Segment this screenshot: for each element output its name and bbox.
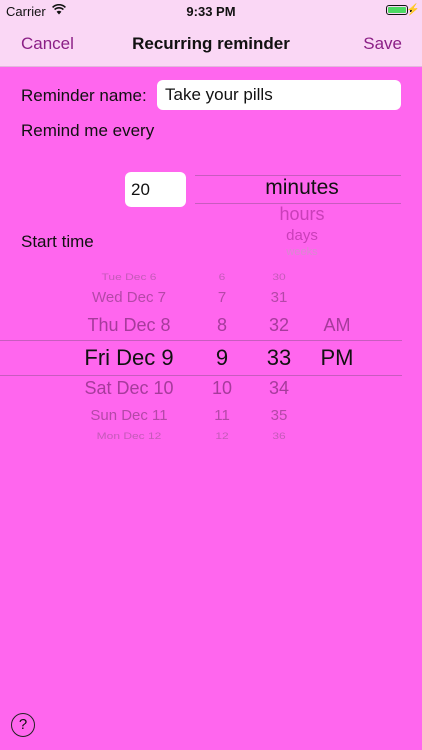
status-time: 9:33 PM	[186, 4, 236, 19]
battery-icon	[386, 5, 408, 15]
save-button[interactable]: Save	[363, 34, 402, 54]
reminder-name-input[interactable]	[157, 80, 401, 110]
minute-option[interactable]: 30	[272, 272, 285, 283]
hour-option[interactable]: 10	[212, 378, 232, 399]
date-option[interactable]: Mon Dec 12	[97, 431, 162, 442]
charging-icon: ⚡	[406, 4, 420, 16]
minute-option[interactable]: 32	[269, 315, 289, 336]
start-time-picker[interactable]: Tue Dec 6 Wed Dec 7 Thu Dec 8 Fri Dec 9 Sat …	[0, 262, 422, 444]
remind-every-label: Remind me every	[21, 121, 155, 140]
hour-option[interactable]: 12	[215, 431, 228, 442]
hour-option[interactable]: 8	[217, 315, 227, 336]
hour-option[interactable]: 9	[216, 345, 228, 371]
date-option[interactable]: Sat Dec 10	[84, 378, 173, 399]
status-bar: Carrier 9:33 PM ⚡	[0, 0, 422, 22]
ampm-option[interactable]: PM	[321, 345, 354, 371]
unit-option[interactable]: days	[195, 227, 409, 244]
unit-option[interactable]: hours	[195, 204, 409, 225]
minute-option[interactable]: 33	[267, 345, 291, 371]
picker-selection-line	[0, 340, 402, 341]
minute-option[interactable]: 35	[271, 407, 288, 424]
date-option[interactable]: Tue Dec 6	[102, 272, 157, 283]
reminder-name-label: Reminder name:	[21, 86, 147, 105]
date-option[interactable]: Thu Dec 8	[87, 315, 170, 336]
start-time-label: Start time	[21, 232, 94, 251]
hour-option[interactable]: 11	[214, 407, 230, 424]
minute-option[interactable]: 31	[271, 289, 288, 306]
unit-option[interactable]: weeks	[195, 246, 409, 258]
interval-unit-picker[interactable]: minutes hours days weeks	[195, 170, 401, 262]
picker-selection-line	[0, 375, 402, 376]
navigation-bar: Cancel Recurring reminder Save	[0, 22, 422, 67]
minute-option[interactable]: 34	[269, 378, 289, 399]
hour-option[interactable]: 7	[218, 289, 226, 306]
date-option[interactable]: Wed Dec 7	[92, 289, 166, 306]
page-title: Recurring reminder	[132, 34, 290, 53]
ampm-option[interactable]: AM	[324, 315, 351, 336]
interval-input[interactable]	[125, 172, 186, 207]
hour-option[interactable]: 6	[219, 272, 226, 283]
help-button[interactable]: ?	[11, 713, 35, 737]
unit-option[interactable]: minutes	[195, 176, 409, 200]
date-option[interactable]: Sun Dec 11	[90, 407, 167, 424]
minute-option[interactable]: 36	[272, 431, 285, 442]
date-option[interactable]: Fri Dec 9	[84, 345, 173, 371]
